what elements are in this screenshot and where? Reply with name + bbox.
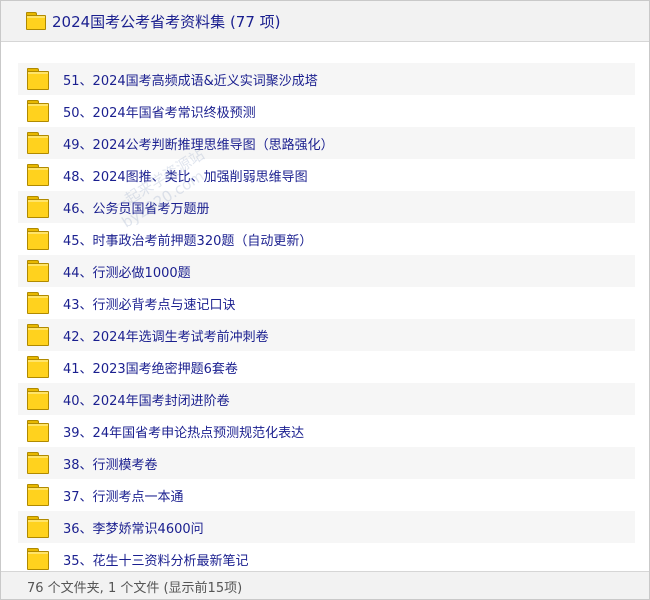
folder-icon (27, 164, 49, 186)
folder-icon (27, 68, 49, 90)
list-item[interactable]: 44、行测必做1000题 (18, 255, 635, 287)
list-item[interactable]: 49、2024公考判断推理思维导图（思路强化） (18, 127, 635, 159)
folder-icon (27, 292, 49, 314)
folder-icon (27, 484, 49, 506)
list-item[interactable]: 40、2024年国考封闭进阶卷 (18, 383, 635, 415)
list-item-label: 38、行测模考卷 (63, 457, 158, 473)
list-item-label: 42、2024年选调生考试考前冲刺卷 (63, 329, 269, 345)
folder-icon (27, 356, 49, 378)
folder-icon (26, 12, 46, 30)
folder-icon (27, 516, 49, 538)
folder-icon (27, 452, 49, 474)
list-item[interactable]: 39、24年国省考申论热点预测规范化表达 (18, 415, 635, 447)
list-item-label: 50、2024年国省考常识终极预测 (63, 105, 256, 121)
list-item-label: 43、行测必背考点与速记口诀 (63, 297, 236, 313)
list-item-label: 35、花生十三资料分析最新笔记 (63, 553, 249, 569)
list-item-label: 49、2024公考判断推理思维导图（思路强化） (63, 137, 334, 153)
list-item-label: 41、2023国考绝密押题6套卷 (63, 361, 238, 377)
status-bar: 76 个文件夹, 1 个文件 (显示前15项) (1, 571, 649, 599)
folder-icon (27, 260, 49, 282)
folder-icon (27, 132, 49, 154)
list-item[interactable]: 48、2024图推、类比、加强削弱思维导图 (18, 159, 635, 191)
list-item[interactable]: 46、公务员国省考万题册 (18, 191, 635, 223)
folder-icon (27, 388, 49, 410)
list-item-label: 37、行测考点一本通 (63, 489, 184, 505)
list-item[interactable]: 38、行测模考卷 (18, 447, 635, 479)
list-item-label: 45、时事政治考前押题320题（自动更新） (63, 233, 313, 249)
title-bar: 2024国考公考省考资料集 (77 项) (1, 1, 649, 42)
status-text: 76 个文件夹, 1 个文件 (显示前15项) (27, 580, 243, 596)
list-item[interactable]: 41、2023国考绝密押题6套卷 (18, 351, 635, 383)
folder-icon (27, 100, 49, 122)
list-item-label: 44、行测必做1000题 (63, 265, 191, 281)
list-item-label: 39、24年国省考申论热点预测规范化表达 (63, 425, 305, 441)
file-list-window: 2024国考公考省考资料集 (77 项) 51、2024国考高频成语&近义实词聚… (0, 0, 650, 600)
folder-icon (27, 228, 49, 250)
window-title: 2024国考公考省考资料集 (77 项) (52, 12, 281, 31)
list-item[interactable]: 43、行测必背考点与速记口诀 (18, 287, 635, 319)
list-item[interactable]: 45、时事政治考前押题320题（自动更新） (18, 223, 635, 255)
list-item-label: 51、2024国考高频成语&近义实词聚沙成塔 (63, 73, 318, 89)
list-item[interactable]: 42、2024年选调生考试考前冲刺卷 (18, 319, 635, 351)
list-item[interactable]: 37、行测考点一本通 (18, 479, 635, 511)
folder-list: 51、2024国考高频成语&近义实词聚沙成塔 50、2024年国省考常识终极预测… (18, 63, 635, 571)
folder-icon (27, 548, 49, 570)
folder-icon (27, 420, 49, 442)
list-item-label: 48、2024图推、类比、加强削弱思维导图 (63, 169, 308, 185)
list-item[interactable]: 36、李梦娇常识4600问 (18, 511, 635, 543)
folder-icon (27, 324, 49, 346)
list-item[interactable]: 51、2024国考高频成语&近义实词聚沙成塔 (18, 63, 635, 95)
list-item-label: 36、李梦娇常识4600问 (63, 521, 204, 537)
list-item[interactable]: 35、花生十三资料分析最新笔记 (18, 543, 635, 571)
list-item-label: 46、公务员国省考万题册 (63, 201, 210, 217)
folder-icon (27, 196, 49, 218)
list-item[interactable]: 50、2024年国省考常识终极预测 (18, 95, 635, 127)
list-item-label: 40、2024年国考封闭进阶卷 (63, 393, 230, 409)
